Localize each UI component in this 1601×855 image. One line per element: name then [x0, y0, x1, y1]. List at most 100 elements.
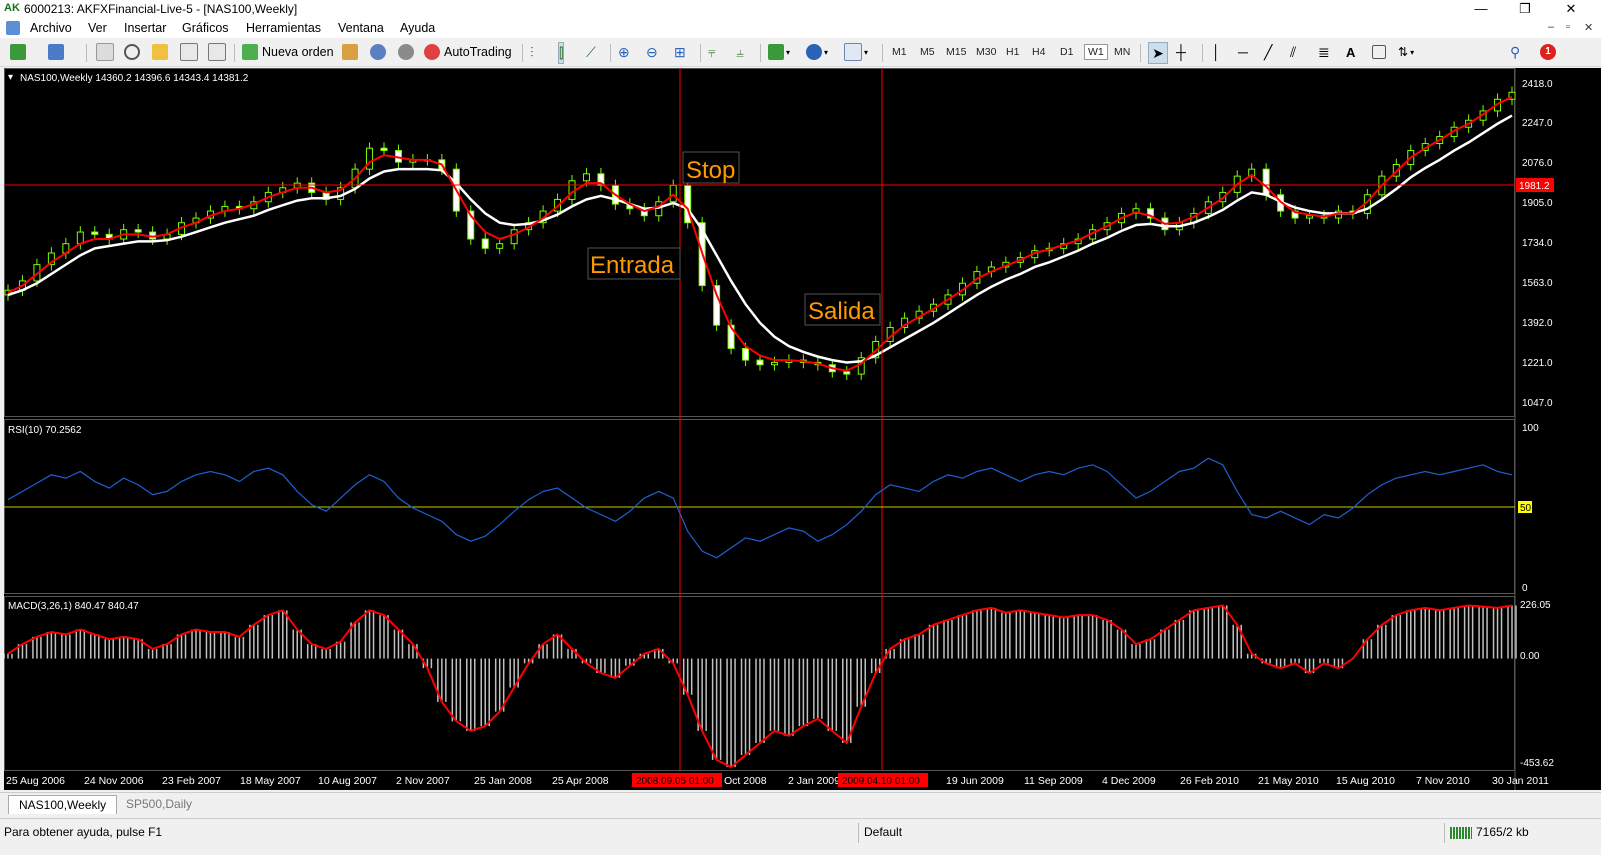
notification-badge: 1	[1540, 44, 1556, 60]
cursor-arrow-icon: ➤	[1152, 44, 1164, 61]
date-label: 26 Feb 2010	[1180, 775, 1239, 787]
mdi-restore-button[interactable]: ▫	[1566, 21, 1570, 33]
crosshair-button[interactable]: ┼	[1176, 42, 1186, 62]
new-order-icon	[242, 44, 258, 60]
metaeditor-button[interactable]	[342, 42, 358, 62]
macd-header: MACD(3,26,1) 840.47 840.47	[8, 601, 139, 612]
channel-icon: ⫽	[1290, 43, 1297, 60]
timeframe-m1[interactable]: M1	[892, 46, 907, 58]
menu-archivo[interactable]: Archivo	[30, 21, 72, 35]
toolbar: Nueva orden AutoTrading ⫶ ⫿ ⟋ ⊕ ⊖ ⊞ ⫧ ⫨ …	[0, 38, 1601, 67]
horizontal-line-button[interactable]: ─	[1238, 42, 1248, 62]
timeframe-mn[interactable]: MN	[1114, 46, 1130, 58]
timeframe-h4[interactable]: H4	[1032, 46, 1045, 58]
new-chart-button[interactable]	[10, 42, 26, 62]
minimize-button[interactable]: —	[1466, 0, 1496, 18]
profiles-button[interactable]	[48, 42, 64, 62]
strategy-tester-button[interactable]	[208, 42, 226, 62]
chart-canvas[interactable]: 1981.2 Stop Entrada Salida ▾ NAS100,Week…	[3, 68, 1601, 790]
candlestick-button[interactable]: ⫿	[558, 42, 565, 64]
menu-ver[interactable]: Ver	[88, 21, 107, 35]
rsi-line	[7, 457, 1513, 559]
horizontal-line-icon: ─	[1238, 44, 1248, 60]
chart-shift-button[interactable]: ⫨	[736, 42, 744, 62]
data-window-button[interactable]	[124, 42, 140, 62]
trendline-button[interactable]: ╱	[1264, 42, 1272, 62]
close-button[interactable]: ✕	[1556, 0, 1586, 18]
indicators-icon	[768, 44, 784, 60]
tab-nas100-weekly[interactable]: NAS100,Weekly	[8, 795, 118, 814]
arrows-icon: ⇅	[1398, 45, 1409, 59]
bar-chart-button[interactable]: ⫶	[530, 42, 534, 62]
toolbar-separator	[522, 44, 523, 62]
document-icon[interactable]	[6, 21, 20, 35]
tab-sp500-daily[interactable]: SP500,Daily	[116, 795, 202, 813]
window-title: 6000213: AKFXFinancial-Live-5 - [NAS100,…	[24, 2, 298, 16]
equidistant-channel-button[interactable]: ⫽	[1290, 42, 1296, 62]
arrows-button[interactable]: ⇅ ▾	[1398, 42, 1414, 62]
menu-herramientas[interactable]: Herramientas	[246, 21, 321, 35]
signals-button[interactable]	[370, 42, 386, 62]
timeframe-d1[interactable]: D1	[1060, 46, 1073, 58]
menu-graficos[interactable]: Gráficos	[182, 21, 229, 35]
price-tick: 1392.0	[1522, 318, 1553, 329]
candle-body	[91, 231, 99, 235]
price-tick: 1905.0	[1522, 198, 1553, 209]
line-chart-button[interactable]: ⟋	[586, 42, 596, 62]
candlestick-series	[4, 86, 1516, 380]
timeframe-h1[interactable]: H1	[1006, 46, 1019, 58]
timeframe-m30[interactable]: M30	[976, 46, 996, 58]
autotrading-button[interactable]: AutoTrading	[424, 42, 512, 62]
status-bar: Para obtener ayuda, pulse F1 Default 716…	[0, 818, 1601, 855]
toolbar-separator	[1202, 44, 1203, 62]
mdi-minimize-button[interactable]: –	[1548, 21, 1554, 33]
zoom-out-button[interactable]: ⊖	[646, 42, 658, 62]
zoom-out-icon: ⊖	[646, 43, 658, 60]
menu-ayuda[interactable]: Ayuda	[400, 21, 435, 35]
menu-insertar[interactable]: Insertar	[124, 21, 166, 35]
macd-tick-bottom: -453.62	[1520, 758, 1554, 769]
market-watch-button[interactable]	[96, 42, 114, 62]
fibonacci-button[interactable]: ≣	[1318, 42, 1330, 62]
timeframe-w1[interactable]: W1	[1084, 44, 1108, 60]
chart-window[interactable]: 1981.2 Stop Entrada Salida ▾ NAS100,Week…	[3, 68, 1601, 790]
timeframe-m15[interactable]: M15	[946, 46, 966, 58]
text-button[interactable]: A	[1346, 42, 1355, 62]
new-order-button[interactable]: Nueva orden	[242, 42, 334, 62]
cursor-button[interactable]: ➤	[1148, 42, 1168, 64]
exit-annotation: Salida	[808, 298, 875, 325]
vertical-line-button[interactable]: │	[1212, 42, 1221, 62]
auto-scroll-icon: ⫧	[708, 43, 716, 60]
templates-button[interactable]: ▾	[844, 42, 868, 62]
star-folder-icon	[152, 44, 168, 60]
date-label: 30 Jan 2011	[1492, 775, 1549, 787]
indicators-button[interactable]: ▾	[768, 42, 790, 62]
chart-tabs: NAS100,Weekly SP500,Daily	[0, 792, 1601, 815]
text-label-button[interactable]	[1372, 42, 1386, 62]
profiles-icon	[48, 44, 64, 60]
price-tick: 1734.0	[1522, 238, 1553, 249]
tile-windows-button[interactable]: ⊞	[674, 42, 686, 62]
search-button[interactable]: ⚲	[1510, 42, 1520, 62]
zoom-in-button[interactable]: ⊕	[618, 42, 630, 62]
crosshair-icon: ┼	[1176, 44, 1186, 60]
person-icon	[370, 44, 386, 60]
menu-ventana[interactable]: Ventana	[338, 21, 384, 35]
maximize-button[interactable]: ❐	[1510, 0, 1540, 18]
timeframe-m5[interactable]: M5	[920, 46, 935, 58]
title-bar: AK 6000213: AKFXFinancial-Live-5 - [NAS1…	[0, 0, 1601, 18]
mdi-close-button[interactable]: ✕	[1584, 21, 1593, 34]
periods-button[interactable]: ▾	[806, 42, 828, 62]
crosshair-target-icon	[124, 44, 140, 60]
auto-scroll-button[interactable]: ⫧	[708, 42, 716, 62]
date-axis: 25 Aug 2006 24 Nov 2006 23 Feb 2007 18 M…	[6, 773, 1549, 787]
navigator-button[interactable]	[152, 42, 168, 62]
candle-body	[481, 238, 489, 249]
notifications-button[interactable]: 1	[1540, 42, 1556, 62]
candle-body	[1306, 215, 1314, 219]
market-button[interactable]	[398, 42, 414, 62]
terminal-button[interactable]	[180, 42, 198, 62]
candle-body	[770, 361, 778, 366]
text-label-icon	[1372, 45, 1386, 59]
search-icon: ⚲	[1510, 43, 1521, 60]
